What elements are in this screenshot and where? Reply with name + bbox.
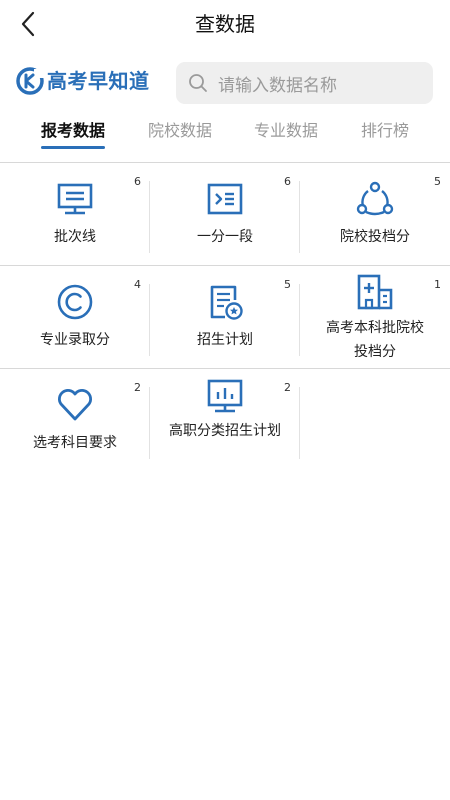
grid-item-undergrad-school-score[interactable]: 1 高考本科批院校投档分: [300, 266, 450, 368]
brand-search-row: 高考早知道 请输入数据名称: [0, 60, 450, 106]
search-icon: [189, 74, 207, 92]
item-count: 4: [134, 278, 141, 291]
item-label: 高考本科批院校投档分: [326, 320, 424, 360]
grid-item-batch-line[interactable]: 6 批次线: [0, 163, 150, 265]
grid-row: 4 专业录取分 5 招生计划 1 高考本科批院校投档分: [0, 266, 450, 369]
share-nodes-icon: [356, 181, 394, 216]
item-label: 专业录取分: [40, 332, 110, 348]
data-grid: 6 批次线 6 一分一段 5 院校投档分 4 专业录取分 5 招生计划 1 高考…: [0, 163, 450, 469]
item-label: 选考科目要求: [33, 435, 117, 451]
tab-major-data[interactable]: 专业数据: [254, 118, 318, 144]
item-count: 6: [284, 175, 291, 188]
grid-item-subject-requirements[interactable]: 2 选考科目要求: [0, 369, 150, 469]
item-label: 一分一段: [197, 229, 253, 245]
grid-row: 6 批次线 6 一分一段 5 院校投档分: [0, 163, 450, 266]
header-bar: 查数据: [0, 0, 450, 48]
logo-mark-icon: [16, 67, 44, 95]
chart-board-icon: [207, 379, 243, 413]
item-count: 2: [134, 381, 141, 394]
terminal-icon: [207, 183, 243, 215]
grid-item-enrollment-plan[interactable]: 5 招生计划: [150, 266, 300, 368]
tab-school-data[interactable]: 院校数据: [148, 118, 212, 144]
grid-item-vocational-plan[interactable]: 2 高职分类招生计划: [150, 369, 300, 469]
monitor-icon: [57, 183, 93, 215]
column-divider: [299, 387, 300, 459]
item-label: 院校投档分: [340, 229, 410, 245]
copyright-icon: [57, 284, 93, 320]
hospital-building-icon: [357, 274, 393, 310]
tab-apply-data[interactable]: 报考数据: [41, 118, 105, 144]
page-title: 查数据: [195, 12, 255, 36]
item-label: 高职分类招生计划: [169, 423, 281, 439]
item-count: 2: [284, 381, 291, 394]
heart-icon: [58, 389, 92, 421]
search-placeholder: 请输入数据名称: [218, 75, 337, 96]
item-count: 1: [434, 278, 441, 291]
item-count: 6: [134, 175, 141, 188]
tab-ranking[interactable]: 排行榜: [361, 118, 409, 144]
grid-item-major-score[interactable]: 4 专业录取分: [0, 266, 150, 368]
app-logo: 高考早知道: [16, 67, 150, 95]
document-star-icon: [210, 285, 243, 320]
grid-row: 2 选考科目要求 2 高职分类招生计划: [0, 369, 450, 469]
search-input[interactable]: 请输入数据名称: [176, 62, 433, 104]
item-label: 批次线: [54, 229, 96, 245]
active-tab-indicator: [41, 146, 105, 149]
item-count: 5: [284, 278, 291, 291]
item-count: 5: [434, 175, 441, 188]
item-label: 招生计划: [197, 332, 253, 348]
grid-item-school-score[interactable]: 5 院校投档分: [300, 163, 450, 265]
grid-item-score-segment[interactable]: 6 一分一段: [150, 163, 300, 265]
brand-name: 高考早知道: [47, 69, 150, 93]
